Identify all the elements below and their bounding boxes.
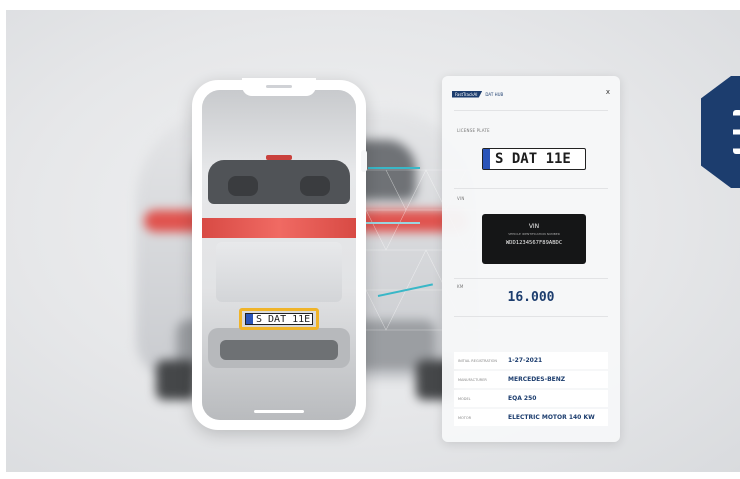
seat-left (228, 176, 258, 196)
smartphone: S DAT 11E (192, 78, 366, 430)
vin-card-title: VIN (528, 223, 540, 230)
detail-key: INITIAL REGISTRATION (458, 358, 498, 363)
detail-key: MODEL (458, 396, 471, 401)
menu-hexagon-icon[interactable] (701, 76, 740, 188)
vin-value: WDD1234567F89ABDC (505, 240, 563, 246)
vin-label: VIN (457, 196, 465, 201)
detail-key: MOTOR (458, 415, 472, 420)
divider (454, 110, 608, 111)
divider (454, 278, 608, 279)
camera-taillight (202, 218, 356, 238)
detail-value: EQA 250 (508, 395, 537, 402)
connector-vin (366, 222, 420, 224)
result-panel: FastTrackAI DAT HUB x LICENSE PLATE S DA… (442, 76, 620, 442)
detail-row: MOTOR ELECTRIC MOTOR 140 KW (454, 409, 608, 426)
scanned-plate-text: S DAT 11E (256, 314, 311, 325)
detail-value: 1-27-2021 (508, 357, 543, 364)
detail-value: ELECTRIC MOTOR 140 KW (508, 414, 595, 421)
license-plate-value: S DAT 11E (495, 151, 571, 167)
license-plate-label: LICENSE PLATE (457, 128, 490, 133)
vin-card: VIN VEHICLE IDENTIFICATION NUMBER WDD123… (482, 214, 586, 264)
mileage-label: KM (457, 284, 464, 289)
vin-card-subtitle: VEHICLE IDENTIFICATION NUMBER (508, 232, 560, 236)
logo-primary: FastTrackAI (452, 90, 483, 98)
logo-secondary: DAT HUB (485, 91, 504, 97)
phone-notch (242, 78, 316, 96)
connector-plate (368, 167, 420, 169)
divider (454, 188, 608, 189)
eu-band (246, 314, 253, 324)
hexagon-glyph (733, 110, 740, 154)
mileage-value: 16.000 (507, 290, 555, 305)
panel-header: FastTrackAI DAT HUB (452, 90, 503, 98)
detail-row: INITIAL REGISTRATION 1-27-2021 (454, 352, 608, 369)
speaker-grille (266, 85, 292, 88)
hero-stage: S DAT 11E FastTrackAI DAT HUB x LICENSE … (6, 10, 740, 472)
vehicle-details: INITIAL REGISTRATION 1-27-2021 MANUFACTU… (454, 352, 608, 428)
scanned-plate: S DAT 11E (245, 313, 313, 325)
license-plate: S DAT 11E (482, 148, 586, 170)
home-indicator[interactable] (254, 410, 304, 413)
phone-side-button (361, 150, 367, 172)
detail-key: MANUFACTURER (458, 377, 487, 382)
eu-band (483, 149, 490, 169)
camera-trunk (216, 242, 342, 302)
camera-diffuser (220, 340, 338, 360)
seat-right (300, 176, 330, 196)
plate-scan-frame: S DAT 11E (239, 308, 319, 330)
detail-row: MODEL EQA 250 (454, 390, 608, 407)
divider (454, 316, 608, 317)
detail-row: MANUFACTURER MERCEDES-BENZ (454, 371, 608, 388)
phone-screen: S DAT 11E (202, 90, 356, 420)
car-wheel-left (156, 360, 196, 400)
close-icon[interactable]: x (606, 88, 610, 96)
detail-value: MERCEDES-BENZ (508, 376, 566, 383)
